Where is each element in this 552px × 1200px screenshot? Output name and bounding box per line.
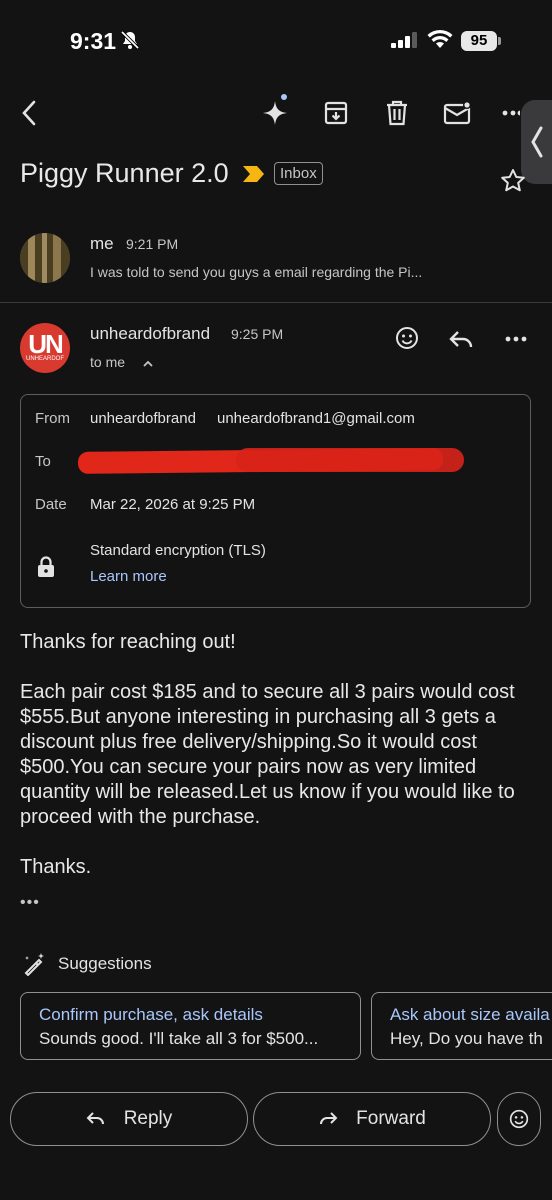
star-icon xyxy=(501,169,525,192)
forward-icon xyxy=(320,1112,338,1125)
message-time: 9:21 PM xyxy=(126,236,179,252)
learn-more-link[interactable]: Learn more xyxy=(90,568,167,585)
message-body: Thanks for reaching out! Each pair cost … xyxy=(20,630,530,905)
suggestions-heading: Suggestions xyxy=(58,954,152,973)
chevron-up-icon[interactable] xyxy=(142,356,154,374)
add-reaction-button[interactable] xyxy=(393,324,421,352)
body-paragraph: Each pair cost $185 and to secure all 3 … xyxy=(20,681,515,828)
star-button[interactable] xyxy=(500,168,526,199)
from-label: From xyxy=(35,410,70,427)
reply-icon xyxy=(86,1112,104,1125)
message-more-button[interactable] xyxy=(502,330,530,348)
forward-label: Forward xyxy=(356,1108,426,1129)
avatar xyxy=(20,233,70,283)
avatar-logo-text: UN xyxy=(28,329,64,359)
body-paragraph: Thanks for reaching out! xyxy=(20,631,236,653)
back-button[interactable] xyxy=(14,96,44,130)
inbox-label[interactable]: Inbox xyxy=(274,162,323,185)
magic-pen-icon xyxy=(22,952,46,981)
reply-action-button[interactable]: Reply xyxy=(10,1092,248,1146)
suggestion-card[interactable]: Confirm purchase, ask details Sounds goo… xyxy=(20,992,361,1060)
suggestion-text: Hey, Do you have th xyxy=(390,1029,543,1048)
mark-unread-button[interactable] xyxy=(441,98,473,128)
chevron-left-icon xyxy=(530,126,542,158)
battery-cap xyxy=(498,37,501,45)
from-email[interactable]: unheardofbrand1@gmail.com xyxy=(217,410,415,427)
reply-button[interactable] xyxy=(446,326,476,352)
wifi-icon xyxy=(427,29,453,54)
message-time: 9:25 PM xyxy=(231,326,284,342)
archive-icon xyxy=(324,101,348,125)
react-button[interactable] xyxy=(497,1092,541,1146)
suggestion-title: Confirm purchase, ask details xyxy=(39,1005,263,1024)
more-horizontal-icon xyxy=(502,110,520,116)
sparkle-icon xyxy=(263,94,287,125)
body-paragraph: Thanks. xyxy=(20,856,92,878)
status-time: 9:31 xyxy=(70,28,117,54)
lock-icon xyxy=(37,556,55,583)
reply-label: Reply xyxy=(123,1108,173,1129)
gemini-button[interactable] xyxy=(258,90,294,130)
avatar: UN UNHEARDOF xyxy=(20,323,70,373)
from-name: unheardofbrand xyxy=(90,410,196,427)
avatar-logo-subtext: UNHEARDOF xyxy=(25,356,64,362)
show-trimmed-content-button[interactable]: ••• xyxy=(20,894,40,912)
suggestion-card[interactable]: Ask about size availa Hey, Do you have t… xyxy=(371,992,552,1060)
email-subject: Piggy Runner 2.0 xyxy=(20,158,229,188)
sender-name[interactable]: unheardofbrand xyxy=(90,324,210,344)
emoji-icon xyxy=(509,1109,529,1129)
bell-off-icon xyxy=(120,30,140,55)
mail-icon xyxy=(443,101,471,125)
archive-button[interactable] xyxy=(321,98,351,128)
important-marker-icon[interactable] xyxy=(242,164,266,189)
encryption-text: Standard encryption (TLS) xyxy=(90,542,266,559)
suggestion-title: Ask about size availa xyxy=(390,1005,550,1024)
date-value: Mar 22, 2026 at 9:25 PM xyxy=(90,496,256,513)
back-arrow-icon xyxy=(22,100,36,126)
divider xyxy=(0,302,552,303)
trash-icon xyxy=(387,100,407,126)
forward-action-button[interactable]: Forward xyxy=(253,1092,491,1146)
emoji-icon xyxy=(396,327,418,349)
suggestion-text: Sounds good. I'll take all 3 for $500... xyxy=(39,1029,319,1048)
to-label: To xyxy=(35,453,51,470)
date-label: Date xyxy=(35,496,67,513)
message-snippet[interactable]: I was told to send you guys a email rega… xyxy=(90,264,422,280)
cellular-signal-icon xyxy=(391,32,419,53)
sender-name[interactable]: me xyxy=(90,234,114,254)
reply-icon xyxy=(449,331,473,348)
delete-button[interactable] xyxy=(382,98,412,128)
battery-level: 95 xyxy=(461,31,497,51)
more-horizontal-icon xyxy=(505,336,527,342)
redaction-mark xyxy=(236,448,464,472)
more-options-button[interactable] xyxy=(500,104,522,122)
recipient-summary[interactable]: to me xyxy=(90,354,125,370)
